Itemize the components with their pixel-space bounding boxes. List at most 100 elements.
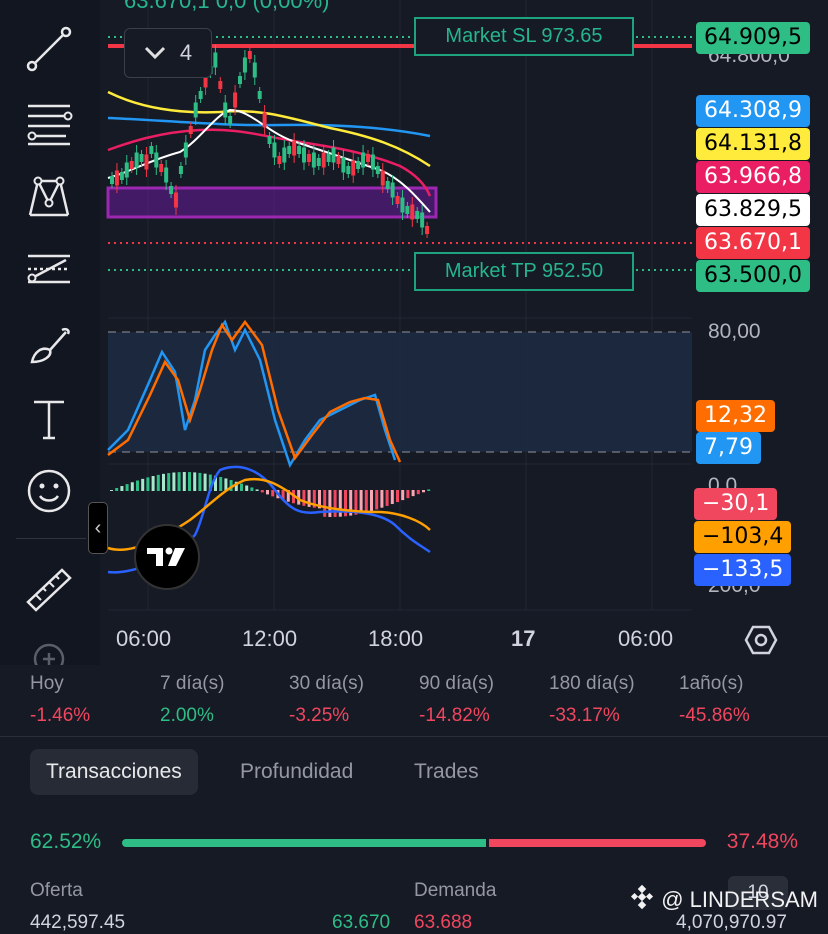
candle-body xyxy=(282,147,287,163)
macd-histogram-bar xyxy=(120,486,124,491)
candle-body xyxy=(375,166,380,174)
candle-body xyxy=(223,102,228,118)
macd-histogram-bar xyxy=(266,490,269,495)
macd-histogram-bar xyxy=(193,472,197,491)
candle-body xyxy=(193,102,198,118)
macd-histogram-bar xyxy=(364,490,368,513)
candle-body xyxy=(420,212,425,228)
macd-histogram-bar xyxy=(406,490,410,499)
trend-line-icon xyxy=(26,26,72,72)
macd-histogram-bar xyxy=(198,472,202,491)
brush-tool[interactable] xyxy=(18,314,80,376)
macd-histogram-bar xyxy=(245,485,249,491)
pattern-icon xyxy=(28,176,70,217)
perf-col-90d: 90 día(s) -14.82% xyxy=(419,673,494,727)
tab-profundidad[interactable]: Profundidad xyxy=(240,749,353,795)
candle-body xyxy=(164,167,169,183)
candle-body xyxy=(370,154,375,170)
chart-settings-icon[interactable] xyxy=(744,624,778,661)
candle-body xyxy=(425,226,430,234)
candle-body xyxy=(174,192,178,208)
candle-body xyxy=(169,186,174,194)
macd-histogram-bar xyxy=(271,490,275,497)
macd-histogram-bar xyxy=(260,490,264,493)
perf-value: -45.86% xyxy=(679,705,750,726)
binance-logo-icon xyxy=(629,884,655,916)
macd-chip-macd: −133,5 xyxy=(694,554,792,586)
candle-body xyxy=(262,112,267,128)
price-chip-ma-blue: 64.308,9 xyxy=(696,95,810,127)
candle-body xyxy=(277,156,282,164)
macd-histogram-bar xyxy=(380,490,384,508)
candle-body xyxy=(233,92,238,108)
collapse-indicators-button[interactable]: 4 xyxy=(124,28,212,78)
macd-histogram-bar xyxy=(427,489,431,491)
zoom-tool[interactable] xyxy=(18,628,80,665)
candle-body xyxy=(366,154,370,162)
candle-body xyxy=(361,152,366,168)
ruler-tool[interactable] xyxy=(18,558,80,620)
stop-loss-order-label[interactable]: Market SL 973.65 xyxy=(414,17,634,56)
chevron-left-icon: ‹ xyxy=(94,516,102,539)
candle-body xyxy=(213,52,218,68)
macd-histogram-bar xyxy=(156,474,160,491)
chart-area[interactable]: 63.670,1 0,0 (0,00%) 4 Market SL 973.65 … xyxy=(0,0,828,665)
macd-histogram-bar xyxy=(130,482,134,491)
candle-body xyxy=(331,147,336,163)
fib-retracement-tool[interactable] xyxy=(18,92,80,154)
fib-retracement-icon xyxy=(27,104,73,146)
macd-histogram-bar xyxy=(177,472,181,491)
candle-body xyxy=(159,164,164,172)
perf-label: 30 día(s) xyxy=(289,673,364,694)
emoji-tool[interactable] xyxy=(18,460,80,522)
ma-blue xyxy=(107,116,431,138)
macd-histogram-bar xyxy=(385,490,389,506)
macd-chip-signal: −103,4 xyxy=(694,521,792,553)
price-chip-sl: 64.909,5 xyxy=(696,22,810,54)
tab-trades[interactable]: Trades xyxy=(414,749,479,795)
perf-label: 90 día(s) xyxy=(419,673,494,694)
candle-body xyxy=(267,136,272,144)
price-chip-last: 63.670,1 xyxy=(696,227,810,259)
candle-body xyxy=(302,147,306,163)
candle-body xyxy=(297,146,302,154)
candle-body xyxy=(119,172,124,180)
toolbar-collapse-button[interactable]: ‹ xyxy=(88,502,108,554)
trend-line-tool[interactable] xyxy=(18,18,80,80)
candle-body xyxy=(110,176,114,184)
candle-body xyxy=(321,152,326,168)
candle-body xyxy=(247,51,252,59)
macd-histogram-bar xyxy=(390,490,394,505)
orderbook-row-ask-price: 63.688 xyxy=(414,912,473,933)
candle-body xyxy=(124,162,129,178)
take-profit-order-label[interactable]: Market TP 952.50 xyxy=(414,252,634,291)
forecast-tool[interactable] xyxy=(18,238,80,300)
rsi-chip-orange: 12,32 xyxy=(696,400,775,432)
candle-body xyxy=(242,57,247,73)
macd-histogram-bar xyxy=(182,472,186,491)
orderbook-row-bid-price: 63.670 xyxy=(332,912,391,933)
candle-body xyxy=(139,154,144,162)
macd-histogram-bar xyxy=(375,490,379,510)
macd-histogram-bar xyxy=(136,480,139,491)
sell-ratio-bar xyxy=(489,839,706,847)
tab-transacciones[interactable]: Transacciones xyxy=(30,749,198,795)
perf-value: -3.25% xyxy=(289,705,350,726)
perf-col-180d: 180 día(s) -33.17% xyxy=(549,673,635,727)
perf-col-30d: 30 día(s) -3.25% xyxy=(289,673,364,727)
perf-label: 7 día(s) xyxy=(160,673,225,694)
candle-body xyxy=(356,161,361,169)
candle-body xyxy=(287,146,292,154)
macd-histogram-bar xyxy=(151,476,155,491)
price-legend: 63.670,1 0,0 (0,00%) xyxy=(124,0,330,13)
candle-body xyxy=(228,116,233,124)
price-chip-tp: 63.500,0 xyxy=(696,260,810,292)
time-tick-1200: 12:00 xyxy=(242,626,298,651)
text-tool[interactable] xyxy=(18,388,80,450)
price-chip-ma-pink: 63.966,8 xyxy=(696,161,810,193)
brush-icon xyxy=(30,327,70,364)
pattern-tool[interactable] xyxy=(18,165,80,227)
candle-body xyxy=(306,154,311,162)
macd-histogram-bar xyxy=(162,473,165,491)
candle-body xyxy=(198,91,203,99)
